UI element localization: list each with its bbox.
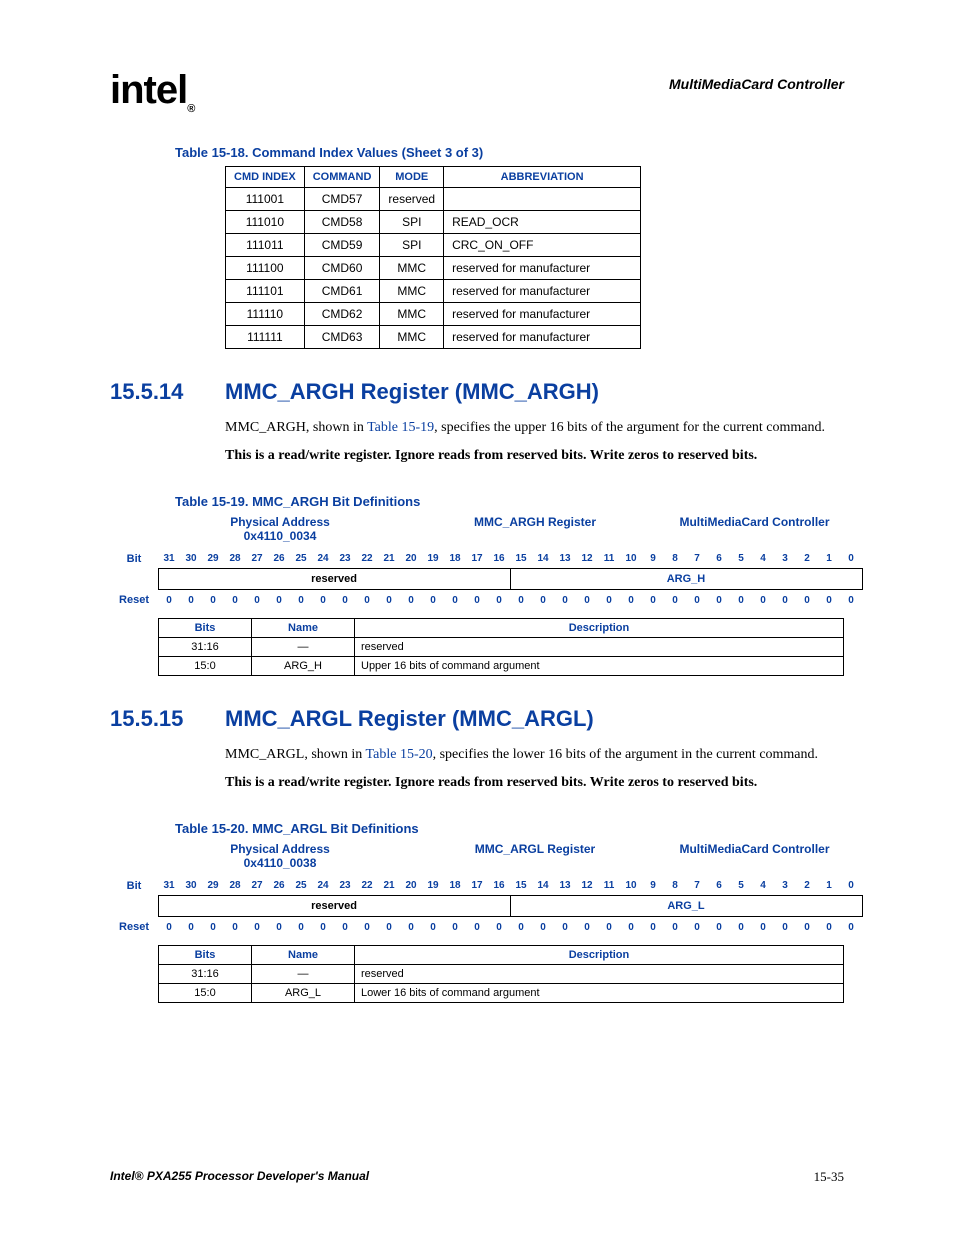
reg19-phys: Physical Address 0x4110_0034 [155,515,405,543]
reg19-bitgrid: Bit3130292827262524232221201918171615141… [110,549,844,610]
table-row: 111011CMD59SPICRC_ON_OFF [226,234,641,257]
page-header: intel® MultiMediaCard Controller [110,70,844,115]
section-14-note: This is a read/write register. Ignore re… [225,448,844,464]
reg20-header: Physical Address 0x4110_0038 MMC_ARGL Re… [155,842,844,870]
table-row: 31:16—reserved [159,637,844,656]
section-15-note: This is a read/write register. Ignore re… [225,775,844,791]
bit-label: Bit [110,549,158,569]
reset-label: Reset [110,590,158,610]
logo-text: intel [110,68,187,112]
section-15-heading: 15.5.15 MMC_ARGL Register (MMC_ARGL) [110,706,844,732]
table-row: 15:0ARG_HUpper 16 bits of command argume… [159,656,844,675]
reserved-field: reserved [158,569,510,590]
footer-manual-title: Intel® PXA255 Processor Developer's Manu… [110,1169,369,1185]
page: intel® MultiMediaCard Controller Table 1… [0,0,954,1235]
reg19-header: Physical Address 0x4110_0034 MMC_ARGH Re… [155,515,844,543]
reg19-name: MMC_ARGH Register [405,515,665,543]
th-cmd-index: CMD INDEX [226,167,305,188]
reg20-name: MMC_ARGL Register [405,842,665,870]
section-14-title: MMC_ARGH Register (MMC_ARGH) [225,379,599,405]
reg20-field-table: Bits Name Description 31:16—reserved15:0… [158,945,844,1003]
reg20-phys: Physical Address 0x4110_0038 [155,842,405,870]
section-14-para: MMC_ARGH, shown in Table 15-19, specifie… [225,419,844,438]
table-row: 31:16—reserved [159,964,844,983]
reg19-ctrl: MultiMediaCard Controller [665,515,844,543]
table-row: 111101CMD61MMCreserved for manufacturer [226,280,641,303]
reg20-ctrl: MultiMediaCard Controller [665,842,844,870]
table-row: 111001CMD57reserved [226,188,641,211]
chapter-title: MultiMediaCard Controller [669,70,844,92]
table18-caption: Table 15-18. Command Index Values (Sheet… [175,145,844,160]
arg-field: ARG_H [510,569,862,590]
reg19-field-table: Bits Name Description 31:16—reserved15:0… [158,618,844,676]
arg-field: ARG_L [510,896,862,917]
section-15-title: MMC_ARGL Register (MMC_ARGL) [225,706,594,732]
th-command: COMMAND [304,167,380,188]
footer-page-number: 15-35 [814,1169,844,1185]
table-row: 111111CMD63MMCreserved for manufacturer [226,326,641,349]
table-row: 15:0ARG_LLower 16 bits of command argume… [159,983,844,1002]
table-20-ref[interactable]: Table 15-20 [366,747,433,762]
th-abbrev: ABBREVIATION [444,167,641,188]
table-row: 111100CMD60MMCreserved for manufacturer [226,257,641,280]
table-row: 111110CMD62MMCreserved for manufacturer [226,303,641,326]
section-15-para: MMC_ARGL, shown in Table 15-20, specifie… [225,746,844,765]
table-row: 111010CMD58SPIREAD_OCR [226,211,641,234]
reserved-field: reserved [158,896,510,917]
intel-logo: intel® [110,70,194,115]
command-index-table: CMD INDEX COMMAND MODE ABBREVIATION 1110… [225,166,641,349]
registered-icon: ® [187,103,194,115]
table19-caption: Table 15-19. MMC_ARGH Bit Definitions [175,494,844,509]
table-19-ref[interactable]: Table 15-19 [367,420,434,435]
section-14-num: 15.5.14 [110,379,225,405]
page-footer: Intel® PXA255 Processor Developer's Manu… [110,1169,844,1185]
table20-caption: Table 15-20. MMC_ARGL Bit Definitions [175,821,844,836]
section-14-heading: 15.5.14 MMC_ARGH Register (MMC_ARGH) [110,379,844,405]
reg20-bitgrid: Bit3130292827262524232221201918171615141… [110,876,844,937]
th-mode: MODE [380,167,444,188]
section-15-num: 15.5.15 [110,706,225,732]
